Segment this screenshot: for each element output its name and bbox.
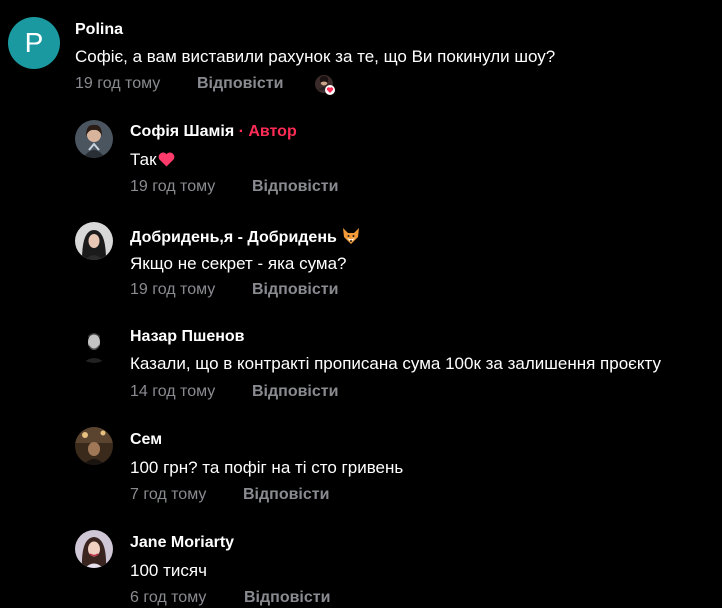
author-name[interactable]: Добридень,я - Добридень <box>130 229 337 246</box>
avatar[interactable]: P <box>8 17 60 69</box>
reply-text: Казали, що в контракті прописана сума 10… <box>130 354 661 373</box>
reply-item: Сем 100 грн? та пофіг на ті сто гривень … <box>0 418 722 508</box>
reply-button[interactable]: Відповісти <box>197 75 283 93</box>
reply-item: Jane Moriarty 100 тисяч 6 год тому Відпо… <box>0 521 722 608</box>
reply-time: 19 год тому <box>130 281 216 298</box>
reply-time: 14 год тому <box>130 383 216 400</box>
comment-time: 19 год тому <box>75 75 161 92</box>
reply-item: Софія Шамія · Автор Так 19 год тому Відп… <box>0 112 722 202</box>
author-badge: · Автор <box>234 123 297 140</box>
reply-button[interactable]: Відповісти <box>252 383 338 401</box>
reply-item: Назар Пшенов Казали, що в контракті проп… <box>0 316 722 406</box>
reply-button[interactable]: Відповісти <box>244 589 330 607</box>
reply-author[interactable]: Софія Шамія · Автор <box>130 123 297 141</box>
reply-text-content: Так <box>130 150 157 169</box>
avatar[interactable] <box>75 120 113 158</box>
reply-author[interactable]: Добридень,я - Добридень <box>130 227 361 250</box>
reply-text: 100 грн? та пофіг на ті сто гривень <box>130 458 404 477</box>
reply-button[interactable]: Відповісти <box>243 486 329 504</box>
avatar[interactable] <box>75 530 113 568</box>
author-name[interactable]: Софія Шамія <box>130 123 234 140</box>
reply-time: 19 год тому <box>130 178 216 195</box>
reply-time: 7 год тому <box>130 486 207 503</box>
creator-liked-icon <box>314 74 336 96</box>
reply-button[interactable]: Відповісти <box>252 178 338 196</box>
reply-item: Добридень,я - Добридень Якщо не секрет -… <box>0 214 722 304</box>
reply-author[interactable]: Назар Пшенов <box>130 328 245 346</box>
reply-text: 100 тисяч <box>130 561 207 580</box>
reply-text: Якщо не секрет - яка сума? <box>130 254 347 273</box>
reply-button[interactable]: Відповісти <box>252 281 338 299</box>
comment-item: P Polina Софіє, а вам виставили рахунок … <box>0 0 722 100</box>
heart-emoji-icon <box>158 152 175 172</box>
reply-text: Так <box>130 150 175 172</box>
avatar[interactable] <box>75 325 113 363</box>
fox-emoji-icon <box>341 227 361 250</box>
reply-author[interactable]: Jane Moriarty <box>130 534 234 552</box>
avatar[interactable] <box>75 427 113 465</box>
avatar[interactable] <box>75 222 113 260</box>
comment-author[interactable]: Polina <box>75 21 123 39</box>
comment-text: Софіє, а вам виставили рахунок за те, що… <box>75 47 556 66</box>
reply-time: 6 год тому <box>130 589 207 606</box>
reply-author[interactable]: Сем <box>130 431 162 449</box>
